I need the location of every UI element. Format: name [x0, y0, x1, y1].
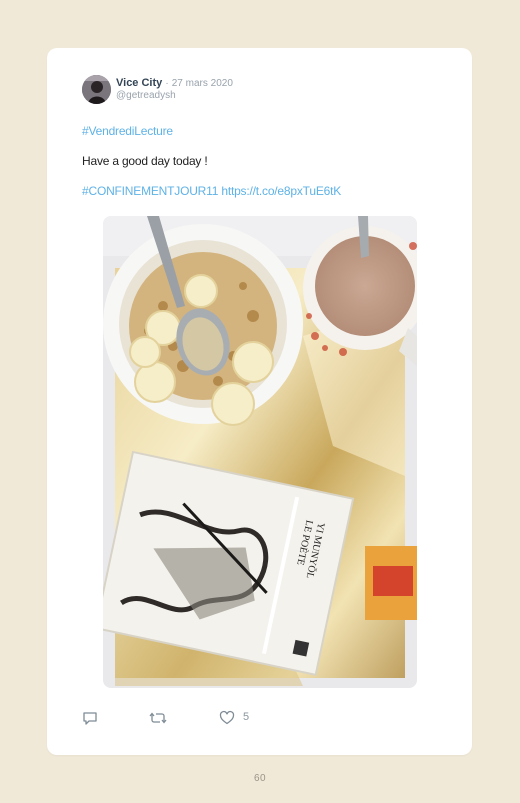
speech-bubble-icon [83, 712, 97, 725]
like-button[interactable] [219, 710, 235, 731]
tweet-text: Have a good day today ! [82, 154, 208, 168]
avatar[interactable] [82, 75, 111, 104]
hashtag-vendredilecture[interactable]: #VendrediLecture [82, 124, 173, 138]
user-handle[interactable]: @getreadysh [116, 90, 176, 101]
tweet-tags-line: #CONFINEMENTJOUR11 https://t.co/e8pxTuE6… [82, 184, 341, 198]
hashtag-confinementjour11[interactable]: #CONFINEMENTJOUR11 [82, 184, 218, 198]
tweet-card: Vice City · 27 mars 2020 @getreadysh #Ve… [47, 48, 472, 755]
tweet-date[interactable]: 27 mars 2020 [172, 78, 233, 89]
tweet-link[interactable]: https://t.co/e8pxTuE6tK [221, 184, 341, 198]
author-line: Vice City · 27 mars 2020 [116, 77, 233, 90]
retweet-button[interactable] [149, 710, 167, 731]
separator: · [165, 78, 169, 89]
reply-button[interactable] [82, 710, 98, 731]
tweet-photo[interactable]: YI MUNYŎL LE POÈTE [103, 216, 417, 688]
heart-icon [219, 710, 235, 725]
tweet-actions: 5 [82, 710, 282, 726]
display-name[interactable]: Vice City [116, 77, 162, 89]
like-count: 5 [243, 711, 250, 723]
retweet-icon [149, 712, 167, 724]
page-number: 60 [253, 773, 267, 784]
